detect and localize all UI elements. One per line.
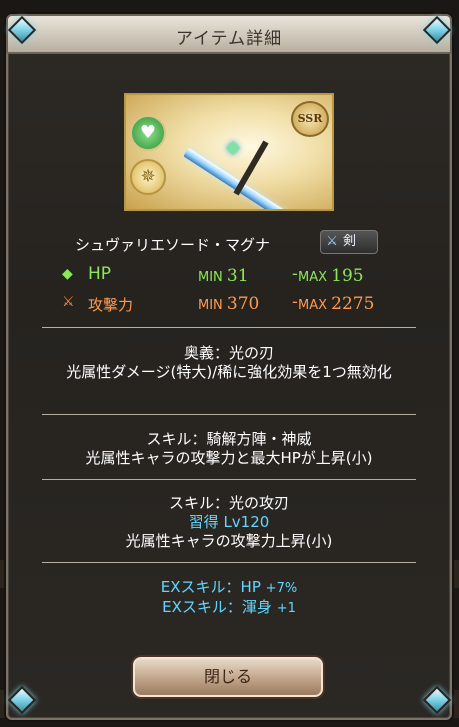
ougi-description: 光属性ダメージ(特大)/稀に強化効果を1つ無効化 [66, 363, 392, 381]
ex-skill-hp: EXスキル：HP +7% [30, 578, 428, 598]
skill2-section: スキル：光の攻刃 習得 Lv120 光属性キャラの攻撃力上昇(小) [30, 494, 428, 551]
ex-skill-label: EXスキル：HP [160, 578, 261, 596]
atk-min-value: 370 [226, 294, 260, 314]
ougi-title: 奥義：光の刃 [183, 344, 274, 362]
ougi-section: 奥義：光の刃 光属性ダメージ(特大)/稀に強化効果を1つ無効化 [30, 344, 428, 382]
range-dash: - [292, 292, 298, 311]
divider [42, 327, 416, 328]
diamond-icon: ◆ [62, 266, 73, 282]
ex-skill-label: EXスキル：渾身 [162, 598, 272, 616]
sword-gem [225, 140, 241, 156]
skill2-title: スキル：光の攻刃 [168, 494, 289, 512]
weapon-type-badge: ⚔ 剣 [320, 230, 378, 254]
hp-max-value: 195 [331, 266, 364, 286]
skill2-unlock-level: 習得 Lv120 [188, 513, 270, 531]
modal-titlebar: アイテム詳細 [6, 14, 452, 54]
heart-icon: ♥ [130, 115, 166, 151]
weapon-name: シュヴァリエソード・マグナ [75, 236, 271, 254]
weapon-type-label: 剣 [343, 234, 357, 249]
max-label: MAX [298, 270, 328, 285]
sword-icon: ⚔ [62, 294, 75, 310]
modal-title: アイテム詳細 [175, 29, 283, 49]
atk-stat-row: ⚔ 攻撃力 MIN 370 - MAX 2275 [62, 292, 392, 316]
ex-skill-value: +1 [276, 601, 296, 616]
hp-min-value: 31 [226, 266, 249, 286]
ex-skill-value: +7% [265, 581, 298, 596]
atk-max: MAX 2275 [298, 294, 374, 314]
hp-max: MAX 195 [298, 266, 364, 286]
skill1-section: スキル：騎解方陣・神威 光属性キャラの攻撃力と最大HPが上昇(小) [30, 430, 428, 468]
sword-blade [183, 147, 315, 209]
min-label: MIN [198, 270, 223, 285]
atk-min: MIN 370 [198, 294, 259, 314]
divider [42, 562, 416, 563]
atk-max-value: 2275 [331, 294, 375, 314]
atk-label: 攻撃力 [88, 296, 134, 314]
close-button[interactable]: 閉じる [133, 657, 323, 697]
min-label: MIN [198, 298, 223, 313]
skill1-title: スキル：騎解方陣・神威 [146, 430, 312, 448]
range-dash: - [292, 264, 298, 283]
ex-skill-konshin: EXスキル：渾身 +1 [30, 598, 428, 618]
rarity-badge: SSR [291, 101, 329, 137]
hp-label: HP [88, 264, 112, 284]
hp-stat-row: ◆ HP MIN 31 - MAX 195 [62, 264, 392, 288]
max-label: MAX [298, 298, 328, 313]
hp-min: MIN 31 [198, 266, 249, 286]
skill2-description: 光属性キャラの攻撃力上昇(小) [125, 532, 333, 550]
ex-skill-section: EXスキル：HP +7% EXスキル：渾身 +1 [30, 578, 428, 618]
divider [42, 414, 416, 415]
skill1-description: 光属性キャラの攻撃力と最大HPが上昇(小) [85, 449, 373, 467]
compass-icon: ✵ [130, 159, 166, 195]
weapon-image: SSR ♥ ✵ [124, 93, 334, 211]
divider [42, 479, 416, 480]
sword-icon: ⚔ [326, 234, 338, 249]
